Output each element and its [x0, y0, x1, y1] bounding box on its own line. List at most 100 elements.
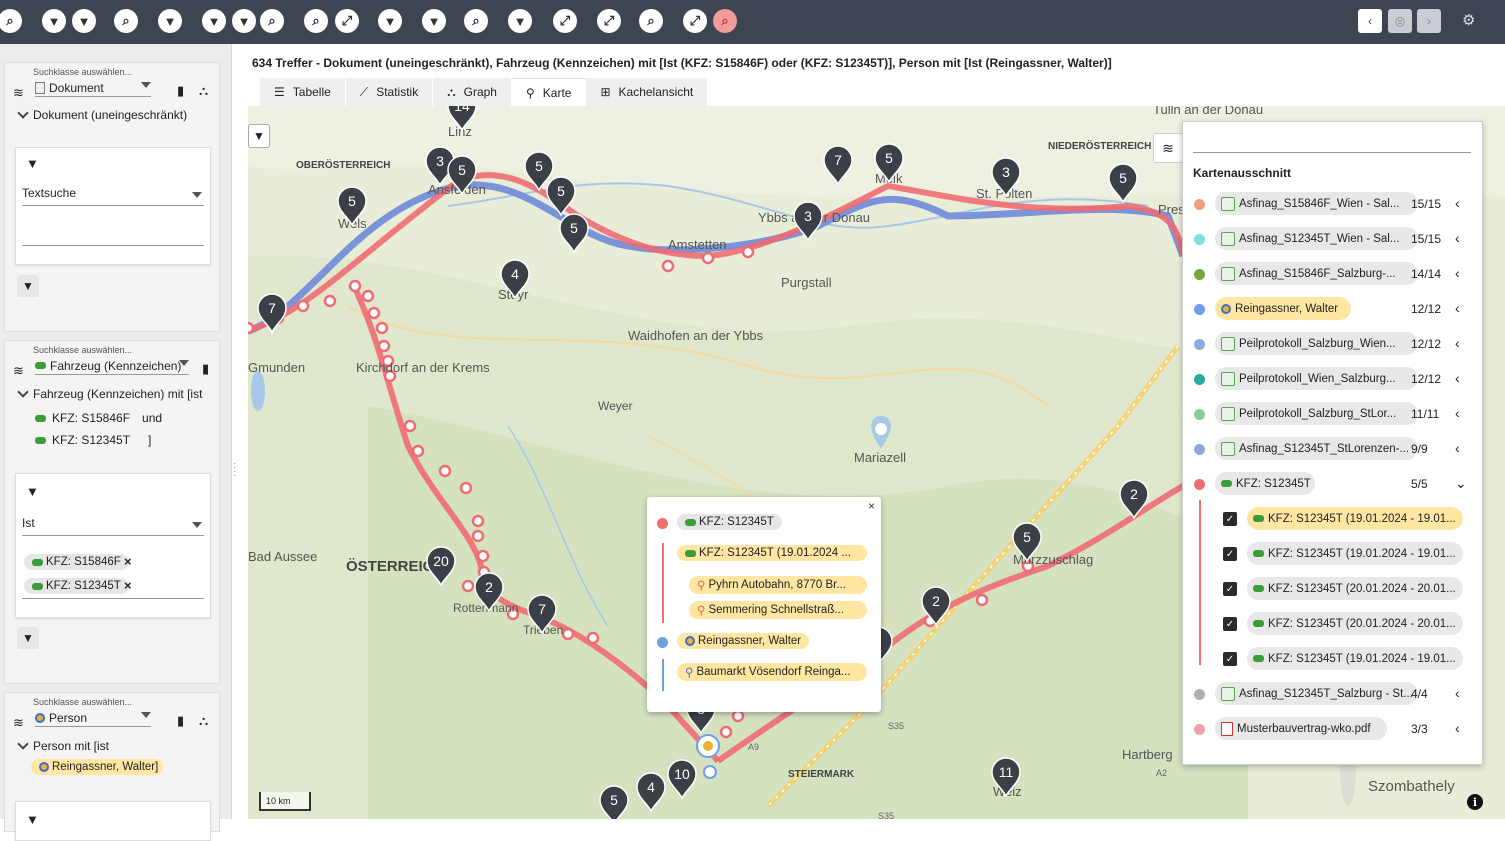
toolbar-graph-button[interactable]: ⤢: [553, 9, 577, 33]
legend-chip[interactable]: KFZ: S12345T (20.01.2024 - 20.01...: [1247, 612, 1463, 635]
tree-leaf[interactable]: KFZ: S15846F und: [35, 411, 162, 425]
nav-back-button[interactable]: ‹: [1358, 9, 1382, 33]
toolbar-search-red-button[interactable]: ⌕: [713, 9, 737, 33]
legend-chip[interactable]: Asfinag_S15846F_Salzburg-...: [1215, 262, 1418, 285]
class-select[interactable]: Dokument: [35, 79, 151, 97]
popup-item[interactable]: ⚲ Pyhrn Autobahn, 8770 Br...: [689, 576, 867, 594]
legend-row[interactable]: Asfinag_S12345T_StLorenzen-... 9/9 ‹: [1183, 432, 1483, 467]
route-point[interactable]: [348, 279, 362, 293]
route-point[interactable]: [323, 294, 337, 308]
chevron-down-icon[interactable]: ⌄: [1455, 475, 1467, 492]
route-point[interactable]: [361, 289, 375, 303]
popup-item[interactable]: ⚲ Semmering Schnellstraß...: [689, 601, 867, 619]
close-icon[interactable]: ×: [868, 499, 875, 513]
checkbox[interactable]: ✓: [1223, 512, 1237, 526]
legend-color-dot[interactable]: [1194, 304, 1205, 315]
legend-chip[interactable]: KFZ: S12345T: [1215, 472, 1315, 495]
legend-chip[interactable]: KFZ: S12345T (19.01.2024 - 19.01...: [1247, 647, 1463, 670]
legend-row[interactable]: Asfinag_S15846F_Salzburg-... 14/14 ‹: [1183, 257, 1483, 292]
legend-chip[interactable]: KFZ: S12345T (19.01.2024 - 19.01...: [1247, 507, 1463, 530]
legend-chip[interactable]: KFZ: S12345T (19.01.2024 - 19.01...: [1247, 542, 1463, 565]
legend-color-dot[interactable]: [1194, 339, 1205, 350]
value-chip[interactable]: KFZ: S12345T: [24, 578, 129, 594]
legend-color-dot[interactable]: [1194, 234, 1205, 245]
legend-color-dot[interactable]: [1194, 479, 1205, 490]
toolbar-expand-button[interactable]: ⤢: [683, 9, 707, 33]
route-point[interactable]: [367, 306, 381, 320]
nav-forward-button[interactable]: ›: [1417, 9, 1441, 33]
chevron-left-icon[interactable]: ‹: [1455, 370, 1460, 386]
route-point[interactable]: [586, 631, 600, 645]
checkbox[interactable]: ✓: [1223, 652, 1237, 666]
route-point[interactable]: [248, 321, 255, 335]
filter-mode-select[interactable]: Textsuche: [22, 186, 204, 206]
value-chip[interactable]: KFZ: S15846F: [24, 554, 129, 570]
legend-row[interactable]: Peilprotokoll_Wien_Salzburg... 12/12 ‹: [1183, 362, 1483, 397]
legend-color-dot[interactable]: [1194, 689, 1205, 700]
legend-chip[interactable]: Peilprotokoll_Wien_Salzburg...: [1215, 367, 1418, 390]
popup-item[interactable]: ⚲ Baumarkt Vösendorf Reinga...: [677, 663, 867, 681]
chevron-left-icon[interactable]: ‹: [1455, 720, 1460, 736]
legend-chip[interactable]: Asfinag_S12345T_Wien - Sal...: [1215, 227, 1418, 250]
person-chip[interactable]: Reingassner, Walter: [31, 759, 164, 775]
legend-color-dot[interactable]: [1194, 269, 1205, 280]
toolbar-search-button[interactable]: ⌕: [0, 9, 22, 33]
legend-color-dot[interactable]: [1194, 199, 1205, 210]
toolbar-filter-remove-button[interactable]: ▼: [72, 9, 96, 33]
gear-icon[interactable]: ⚙: [1462, 11, 1475, 29]
legend-row[interactable]: Asfinag_S15846F_Wien - Sal... 15/15 ‹: [1183, 187, 1483, 222]
route-point[interactable]: [661, 259, 675, 273]
bookmark-icon[interactable]: ▮: [202, 361, 209, 377]
route-point[interactable]: [975, 593, 989, 607]
tree-node[interactable]: Dokument (uneingeschränkt): [17, 107, 187, 122]
route-point[interactable]: [375, 321, 389, 335]
class-select[interactable]: Fahrzeug (Kennzeichen): [35, 357, 189, 375]
toolbar-graph-button[interactable]: ⤢: [597, 9, 621, 33]
legend-row[interactable]: Peilprotokoll_Salzburg_Wien... 12/12 ‹: [1183, 327, 1483, 362]
popup-group-chip[interactable]: Reingassner, Walter: [677, 633, 810, 649]
toolbar-search-button[interactable]: ⌕: [639, 9, 663, 33]
checkbox[interactable]: ✓: [1223, 582, 1237, 596]
popup-item[interactable]: KFZ: S12345T (19.01.2024 ...: [677, 545, 867, 561]
toolbar-search-button[interactable]: ⌕: [114, 9, 138, 33]
tab-tabelle[interactable]: ☰ Tabelle: [260, 78, 346, 106]
legend-chip[interactable]: Asfinag_S12345T_Salzburg - St...: [1215, 682, 1418, 705]
legend-chip[interactable]: Musterbauvertrag-wko.pdf: [1215, 717, 1387, 740]
route-point[interactable]: [461, 579, 475, 593]
route-point[interactable]: [476, 549, 490, 563]
toolbar-search-button[interactable]: ⌕: [464, 9, 488, 33]
toolbar-filter-star-button[interactable]: ▼: [508, 9, 532, 33]
legend-chip[interactable]: Asfinag_S12345T_StLorenzen-...: [1215, 437, 1418, 460]
graph-icon[interactable]: ⛬: [199, 83, 208, 99]
chevron-left-icon[interactable]: ‹: [1455, 230, 1460, 246]
add-filter-button[interactable]: ▼: [17, 627, 39, 649]
route-point[interactable]: [377, 339, 391, 353]
toolbar-filter-star-button[interactable]: ▼: [378, 9, 402, 33]
legend-color-dot[interactable]: [1194, 409, 1205, 420]
filter-mode-select[interactable]: Ist: [22, 516, 204, 536]
legend-chip[interactable]: Asfinag_S15846F_Wien - Sal...: [1215, 192, 1418, 215]
legend-chip[interactable]: Peilprotokoll_Salzburg_Wien...: [1215, 332, 1418, 355]
legend-subrow[interactable]: ✓ KFZ: S12345T (20.01.2024 - 20.01...: [1223, 607, 1481, 642]
legend-row[interactable]: Peilprotokoll_Salzburg_StLor... 11/11 ‹: [1183, 397, 1483, 432]
chevron-left-icon[interactable]: ‹: [1455, 300, 1460, 316]
chevron-left-icon[interactable]: ‹: [1455, 265, 1460, 281]
route-point[interactable]: [701, 251, 715, 265]
legend-subrow[interactable]: ✓ KFZ: S12345T (19.01.2024 - 19.01...: [1223, 537, 1481, 572]
legend-chip[interactable]: Peilprotokoll_Salzburg_StLor...: [1215, 402, 1418, 425]
chevron-left-icon[interactable]: ‹: [1455, 685, 1460, 701]
legend-row[interactable]: Reingassner, Walter 12/12 ‹: [1183, 292, 1483, 327]
toolbar-search-button[interactable]: ⌕: [304, 9, 328, 33]
route-point[interactable]: [403, 419, 417, 433]
legend-row[interactable]: KFZ: S12345T 5/5 ⌄: [1183, 467, 1483, 502]
tab-graph[interactable]: ⛬ Graph: [433, 78, 512, 106]
remove-chip-icon[interactable]: ×: [124, 578, 132, 593]
route-point[interactable]: [471, 514, 485, 528]
class-select[interactable]: Person: [35, 709, 151, 727]
route-point[interactable]: [561, 627, 575, 641]
text-search-input[interactable]: [22, 226, 204, 246]
legend-chip[interactable]: Reingassner, Walter: [1215, 297, 1351, 320]
bookmark-icon[interactable]: ▮: [177, 713, 184, 729]
tree-node[interactable]: Person mit [ist: [17, 738, 109, 753]
graph-icon[interactable]: ⛬: [199, 713, 208, 729]
